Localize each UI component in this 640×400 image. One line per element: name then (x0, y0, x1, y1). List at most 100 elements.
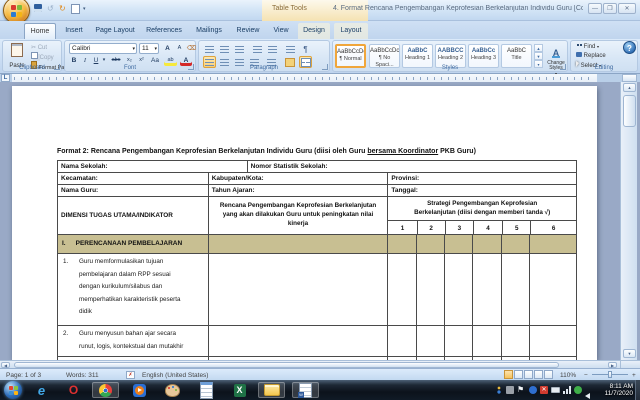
strategy-col-6[interactable]: 6 (531, 221, 576, 234)
strategy-col-2[interactable]: 2 (418, 221, 446, 234)
section-title-cell[interactable]: I. PERENCANAAN PEMBELAJARAN (58, 235, 209, 254)
numbering-icon[interactable] (218, 43, 231, 55)
cell-kabupaten[interactable]: Kabupaten/Kota: (208, 173, 389, 185)
item2-text-cell[interactable]: 2. Guru menyusun bahan ajar secara runut… (58, 326, 209, 357)
cell-tahun-ajaran[interactable]: Tahun Ajaran: (208, 185, 389, 197)
cell-provinsi[interactable]: Provinsi: (388, 173, 577, 185)
font-size-combo[interactable]: 11 ▾ (139, 43, 159, 54)
zoom-level[interactable]: 110% (560, 371, 576, 380)
strategy-col-4[interactable]: 4 (474, 221, 504, 234)
cell-nama-sekolah[interactable]: Nama Sekolah: (58, 161, 248, 173)
shrink-font-button[interactable]: A (174, 43, 185, 54)
print-preview-icon[interactable] (71, 4, 80, 14)
save-icon[interactable] (34, 4, 42, 12)
help-button[interactable]: ? (623, 41, 636, 54)
font-dialog-launcher[interactable] (188, 64, 194, 70)
taskbar-media-player-icon[interactable] (126, 382, 153, 398)
item1-text-cell[interactable]: 1. Guru memformulasikan tujuan pembelaja… (58, 254, 209, 326)
strategy-col-3[interactable]: 3 (446, 221, 474, 234)
network-signal-icon[interactable] (563, 386, 571, 394)
paragraph-dialog-launcher[interactable] (322, 64, 328, 70)
battery-icon[interactable] (551, 387, 560, 393)
taskbar-explorer-icon[interactable] (258, 382, 285, 398)
spellcheck-icon[interactable]: ✗ (126, 371, 135, 379)
view-ruler-toggle[interactable] (622, 74, 637, 82)
taskbar-excel-icon[interactable]: X (226, 382, 253, 398)
action-center-flag-icon[interactable]: ⚑ (517, 386, 525, 394)
scroll-down-icon[interactable]: ▼ (623, 349, 636, 358)
redo-icon[interactable]: ↻ (59, 4, 66, 14)
tray-bluetooth-icon[interactable] (529, 386, 537, 394)
tab-view[interactable]: View (268, 23, 294, 39)
restore-button[interactable]: ❐ (603, 3, 617, 14)
grow-font-button[interactable]: A (162, 43, 173, 54)
item1-strategy-cell[interactable] (530, 254, 577, 326)
fullscreen-view-button[interactable] (514, 370, 523, 379)
item2-plan-cell[interactable] (208, 326, 389, 357)
clear-formatting-icon[interactable]: ⌫ (186, 43, 197, 54)
styles-scroll-down-icon[interactable]: ▼ (534, 52, 543, 60)
start-button[interactable] (4, 381, 22, 399)
item2-strategy-cell[interactable] (473, 326, 503, 357)
taskbar-paint-icon[interactable] (159, 382, 186, 398)
qat-customize-icon[interactable]: ▾ (83, 4, 86, 14)
tab-layout[interactable]: Layout (334, 23, 368, 39)
tab-design[interactable]: Design (298, 23, 330, 39)
show-paragraph-marks-icon[interactable]: ¶ (299, 43, 312, 55)
item1-strategy-cell[interactable] (388, 254, 418, 326)
language-indicator[interactable]: English (United States) (142, 371, 208, 380)
tab-review[interactable]: Review (232, 23, 264, 39)
taskbar-opera-icon[interactable]: O (60, 382, 87, 398)
header-rencana[interactable]: Rencana Pengembangan Keprofesian Berkela… (208, 197, 389, 235)
zoom-in-icon[interactable]: + (632, 371, 636, 380)
replace-button[interactable]: Replace (576, 52, 606, 60)
cut-button[interactable]: ✂ Cut (31, 44, 47, 52)
volume-icon[interactable] (585, 386, 593, 399)
word-count[interactable]: Words: 311 (66, 371, 99, 380)
section-cell[interactable] (208, 235, 389, 254)
tab-stop-selector[interactable]: L (1, 74, 10, 82)
zoom-slider-thumb[interactable] (608, 371, 612, 378)
item2-strategy-cell[interactable] (445, 326, 474, 357)
item1-strategy-cell[interactable] (445, 254, 474, 326)
zoom-out-icon[interactable]: − (584, 371, 588, 380)
multilevel-list-icon[interactable] (233, 43, 246, 55)
taskbar-clock[interactable]: 8:11 AM 11/7/2020 (605, 383, 633, 397)
tray-error-icon[interactable]: ✕ (540, 386, 548, 394)
tab-home[interactable]: Home (24, 23, 56, 39)
tray-app-icon[interactable] (506, 386, 514, 394)
decrease-indent-icon[interactable] (251, 43, 264, 55)
item1-plan-cell[interactable] (208, 254, 389, 326)
tab-references[interactable]: References (142, 23, 186, 39)
strategy-col-1[interactable]: 1 (388, 221, 418, 234)
cell-nama-guru[interactable]: Nama Guru: (58, 185, 209, 197)
close-button[interactable]: ✕ (618, 3, 636, 14)
strategy-col-5[interactable]: 5 (503, 221, 532, 234)
page-indicator[interactable]: Page: 1 of 3 (6, 371, 41, 380)
show-desktop-button[interactable] (635, 380, 640, 400)
section-cell[interactable] (530, 235, 577, 254)
section-cell[interactable] (445, 235, 474, 254)
item2-strategy-cell[interactable] (502, 326, 531, 357)
outline-view-button[interactable] (534, 370, 543, 379)
tray-user-icon[interactable] (495, 386, 503, 394)
item2-strategy-cell[interactable] (530, 326, 577, 357)
vscroll-thumb[interactable] (623, 95, 636, 127)
taskbar-notepad-icon[interactable] (193, 381, 220, 399)
document-page[interactable]: Format 2: Rencana Pengembangan Keprofesi… (12, 86, 597, 360)
clipboard-dialog-launcher[interactable] (54, 64, 60, 70)
tab-page-layout[interactable]: Page Layout (92, 23, 138, 39)
paste-button[interactable]: Paste (5, 43, 29, 69)
cell-tanggal[interactable]: Tanggal: (388, 185, 577, 197)
scroll-up-icon[interactable]: ▲ (623, 83, 636, 92)
item1-strategy-cell[interactable] (502, 254, 531, 326)
styles-dialog-launcher[interactable] (560, 64, 566, 70)
item1-strategy-cell[interactable] (417, 254, 446, 326)
tab-insert[interactable]: Insert (60, 23, 88, 39)
item1-strategy-cell[interactable] (473, 254, 503, 326)
minimize-button[interactable]: — (588, 3, 602, 14)
print-layout-view-button[interactable] (504, 370, 513, 379)
web-layout-view-button[interactable] (524, 370, 533, 379)
change-styles-button[interactable]: A Change Styles ▾ (545, 43, 567, 76)
bullets-icon[interactable] (203, 43, 216, 55)
